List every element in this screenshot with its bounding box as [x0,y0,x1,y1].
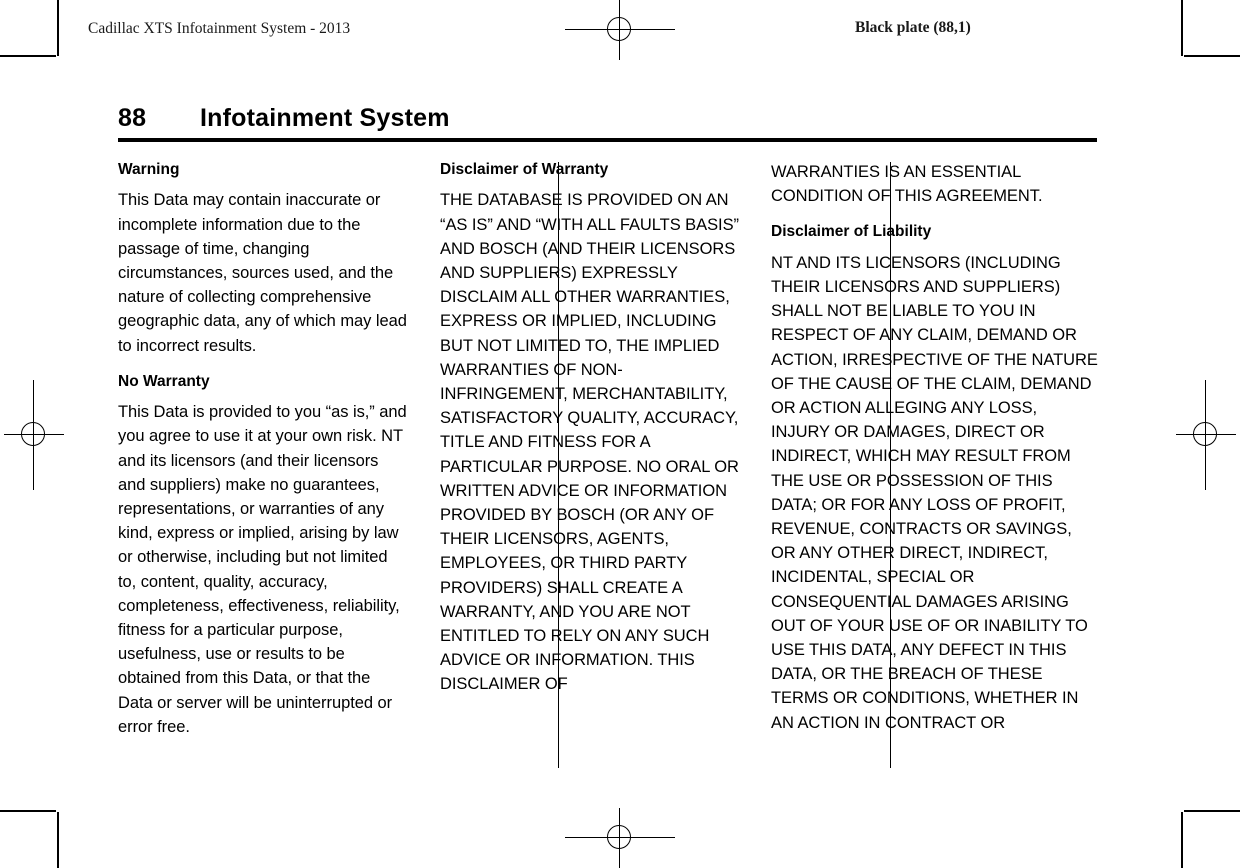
body-paragraph: This Data is provided to you “as is,” an… [118,403,407,736]
crop-mark-bottom-right-vertical [1181,812,1183,868]
registration-mark-circle [1193,422,1217,446]
column-divider-1 [558,162,559,768]
body-paragraph: NT AND ITS LICENSORS (INCLUDING THEIR LI… [771,253,1098,732]
crop-mark-bottom-left-vertical [57,812,59,868]
registration-mark-top-center [565,0,675,60]
text-column-3: WARRANTIES IS AN ESSENTIAL CONDITION OF … [755,160,1098,770]
section-heading: Disclaimer of Warranty [440,161,609,178]
section-heading: Disclaimer of Liability [771,223,932,241]
body-paragraph: WARRANTIES IS AN ESSENTIAL CONDITION OF … [771,163,1043,206]
crop-mark-bottom-right-horizontal [1184,810,1240,812]
registration-mark-bottom-center [565,808,675,868]
page-header: 88 Infotainment System [118,104,1118,142]
body-paragraph: This Data may contain inaccurate or inco… [118,191,407,355]
page-number: 88 [118,104,147,132]
crop-mark-top-left-vertical [57,0,59,56]
page-title: Infotainment System [200,104,450,132]
running-head-left: Cadillac XTS Infotainment System - 2013 [88,20,351,37]
column-divider-2 [890,162,891,768]
crop-mark-top-right-vertical [1181,0,1183,56]
page-header-rule [118,138,1097,142]
text-column-1: Warning This Data may contain inaccurate … [118,160,424,770]
crop-mark-top-right-horizontal [1184,55,1240,57]
crop-mark-bottom-left-horizontal [0,810,56,812]
page-title-row: 88 Infotainment System [118,104,1118,133]
registration-mark-circle [607,825,631,849]
text-column-2: Disclaimer of Warranty THE DATABASE IS PR… [424,160,755,770]
registration-mark-right-middle [1176,380,1236,490]
section-heading: No Warranty [118,372,210,390]
registration-mark-circle [21,422,45,446]
crop-mark-top-left-horizontal [0,55,56,57]
registration-mark-left-middle [4,380,64,490]
section-heading: Warning [118,161,180,178]
body-paragraph: THE DATABASE IS PROVIDED ON AN “AS IS” A… [440,191,739,694]
running-head-right: Black plate (88,1) [855,19,971,36]
registration-mark-circle [607,17,631,41]
body-columns: Warning This Data may contain inaccurate … [118,160,1098,770]
